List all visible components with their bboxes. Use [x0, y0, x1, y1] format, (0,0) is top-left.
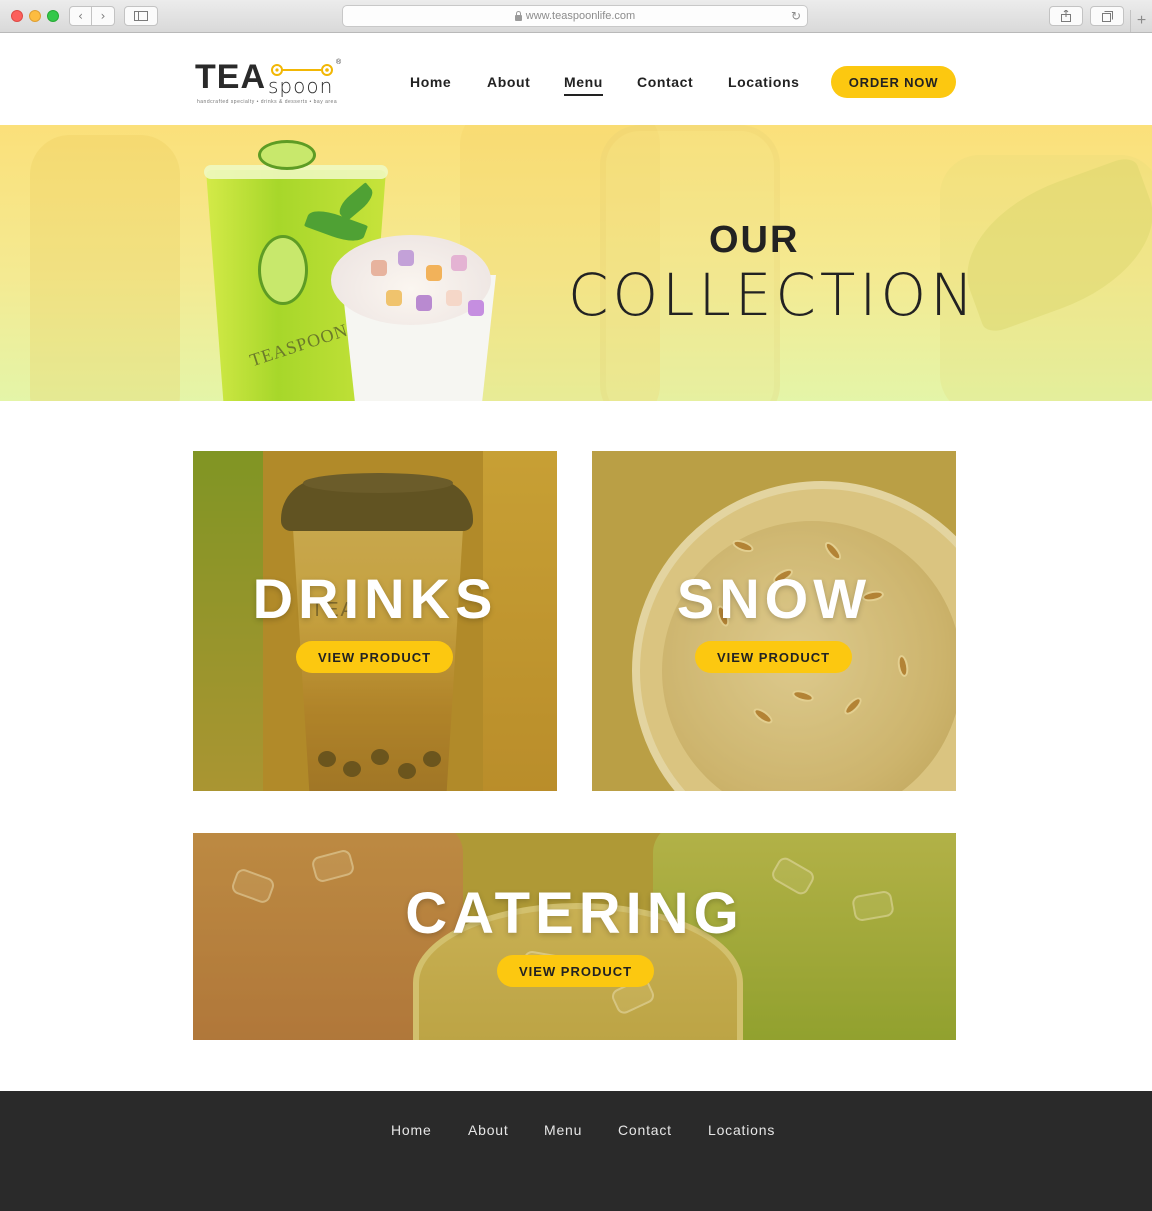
maximize-window-button[interactable]: [47, 10, 59, 22]
footer-link-home[interactable]: Home: [391, 1122, 432, 1138]
site-footer: Home About Menu Contact Locations: [0, 1091, 1152, 1211]
share-icon: [1061, 10, 1071, 22]
nav-link-home[interactable]: Home: [410, 74, 451, 90]
site-header: TEA spoon ® handcrafted specialty • drin…: [0, 33, 1152, 125]
collection-card-drinks[interactable]: TEA DRINKS VIEW PRODUCT: [193, 451, 557, 791]
registered-mark: ®: [336, 59, 342, 66]
show-tabs-button[interactable]: [1090, 6, 1124, 26]
collection-title: SNOW: [676, 567, 872, 630]
browser-toolbar: ‹ › www.teaspoonlife.com ↻ +: [0, 0, 1152, 33]
teaspoon-logo[interactable]: TEA spoon ® handcrafted specialty • drin…: [195, 59, 345, 109]
view-product-button[interactable]: VIEW PRODUCT: [695, 641, 852, 673]
footer-link-menu[interactable]: Menu: [544, 1122, 582, 1138]
footer-link-contact[interactable]: Contact: [618, 1122, 672, 1138]
chevron-left-icon: ‹: [78, 9, 83, 23]
back-button[interactable]: ‹: [69, 6, 92, 26]
view-product-button[interactable]: VIEW PRODUCT: [296, 641, 453, 673]
tabs-icon: [1101, 10, 1113, 22]
logo-wordmark-tea: TEA: [195, 58, 266, 96]
collection-card-snow[interactable]: SNOW VIEW PRODUCT: [592, 451, 956, 791]
share-button[interactable]: [1049, 6, 1083, 26]
nav-link-about[interactable]: About: [487, 74, 530, 90]
address-bar[interactable]: www.teaspoonlife.com ↻: [342, 5, 808, 27]
view-product-button[interactable]: VIEW PRODUCT: [497, 955, 654, 987]
close-window-button[interactable]: [11, 10, 23, 22]
new-tab-button[interactable]: +: [1130, 10, 1152, 32]
reload-icon[interactable]: ↻: [791, 9, 801, 23]
collection-title: DRINKS: [252, 567, 498, 630]
chevron-right-icon: ›: [100, 9, 106, 23]
lock-icon: [514, 11, 522, 21]
hero-heading-line2: COLLECTION: [568, 261, 978, 329]
sidebar-icon: [134, 11, 148, 21]
hero-heading-line1: OUR: [709, 219, 800, 261]
collection-card-catering[interactable]: CATERING VIEW PRODUCT: [193, 833, 956, 1040]
nav-link-contact[interactable]: Contact: [637, 74, 693, 90]
hero-heading: OUR COLLECTION: [0, 125, 1152, 401]
logo-wordmark-spoon: spoon: [268, 74, 334, 98]
footer-link-about[interactable]: About: [468, 1122, 509, 1138]
collection-title: CATERING: [405, 881, 744, 946]
hero-banner: TEASPOON OUR COLLECTION: [0, 125, 1152, 401]
url-text: www.teaspoonlife.com: [525, 10, 636, 22]
logo-tagline: handcrafted specialty • drinks & dessert…: [197, 99, 338, 105]
order-now-button[interactable]: ORDER NOW: [831, 66, 956, 98]
plus-icon: +: [1136, 12, 1147, 29]
nav-link-menu[interactable]: Menu: [564, 74, 603, 96]
footer-link-locations[interactable]: Locations: [708, 1122, 775, 1138]
minimize-window-button[interactable]: [29, 10, 41, 22]
sidebar-toggle-button[interactable]: [124, 6, 158, 26]
nav-link-locations[interactable]: Locations: [728, 74, 800, 90]
forward-button[interactable]: ›: [92, 6, 115, 26]
